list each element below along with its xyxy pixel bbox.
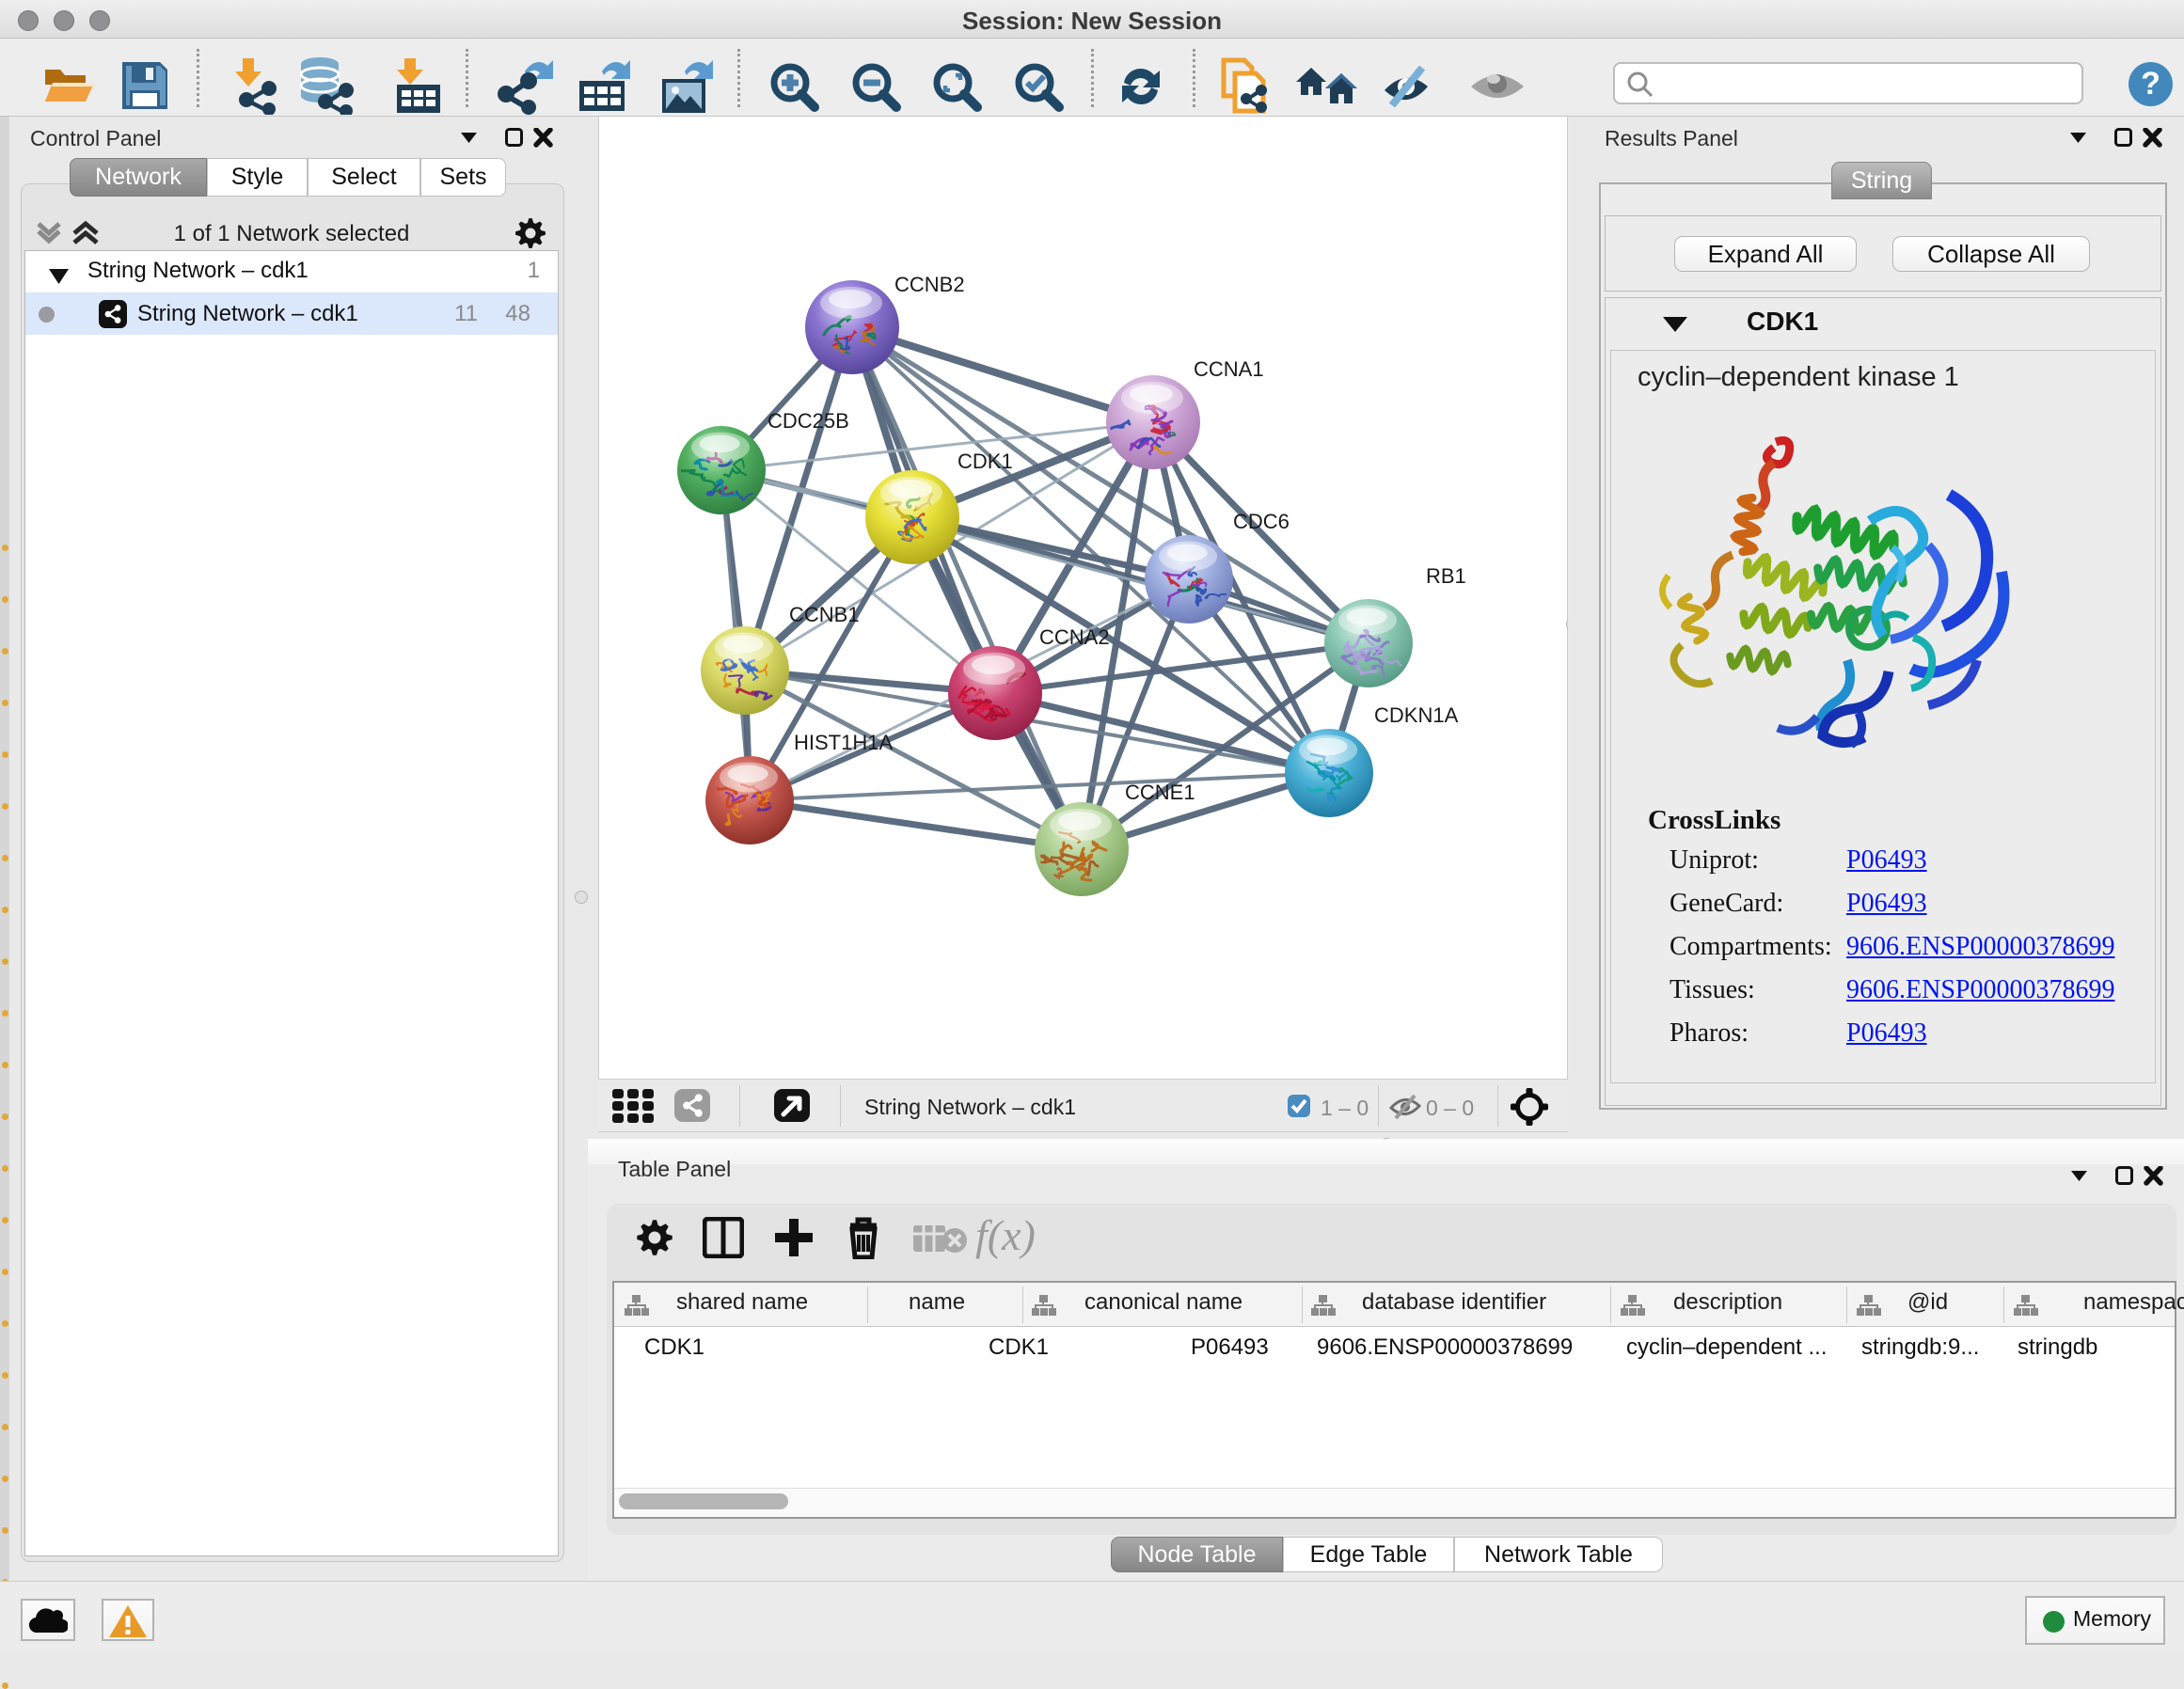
svg-text:RB1: RB1 [1426,564,1466,588]
svg-text:CDK1: CDK1 [957,450,1013,473]
svg-text:CCNA1: CCNA1 [1194,357,1264,381]
svg-text:HIST1H1A: HIST1H1A [794,731,893,754]
svg-text:CCNB2: CCNB2 [894,273,965,296]
svg-text:CDKN1A: CDKN1A [1374,703,1459,727]
svg-text:CDC6: CDC6 [1233,510,1290,533]
svg-text:CCNE1: CCNE1 [1125,781,1195,804]
svg-text:CDC25B: CDC25B [768,409,849,433]
svg-text:CCNB1: CCNB1 [789,603,860,626]
svg-text:CCNA2: CCNA2 [1039,625,1110,649]
